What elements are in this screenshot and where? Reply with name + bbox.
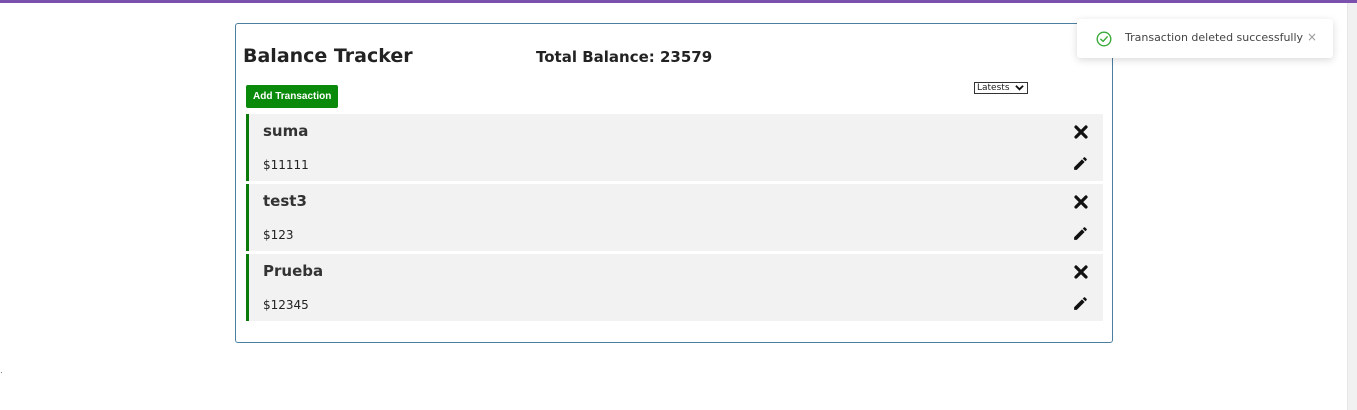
transaction-name: Prueba <box>263 262 324 280</box>
transaction-amount: $123 <box>263 228 294 242</box>
check-circle-icon <box>1096 31 1112 47</box>
toast-message: Transaction deleted successfully <box>1125 31 1304 44</box>
close-icon[interactable]: × <box>1307 30 1317 44</box>
list-item: test3 $123 <box>246 184 1103 251</box>
edit-icon[interactable] <box>1072 225 1089 242</box>
transaction-amount: $12345 <box>263 298 309 312</box>
sort-select-value: Latests <box>977 83 1010 93</box>
list-item: Prueba $12345 <box>246 254 1103 321</box>
transaction-name: suma <box>263 122 309 140</box>
delete-icon[interactable] <box>1074 124 1088 139</box>
balance-tracker-panel: Balance Tracker Total Balance: 23579 Add… <box>235 23 1113 343</box>
stray-mark <box>1 372 2 373</box>
transaction-name: test3 <box>263 192 307 210</box>
chevron-down-icon <box>1015 83 1024 95</box>
edit-icon[interactable] <box>1072 295 1089 312</box>
transaction-list: suma $11111 test3 $123 Prueba $12345 <box>246 114 1103 324</box>
sort-select[interactable]: Latests <box>974 82 1028 94</box>
list-item: suma $11111 <box>246 114 1103 181</box>
delete-icon[interactable] <box>1074 194 1088 209</box>
add-transaction-button[interactable]: Add Transaction <box>246 85 339 108</box>
toast-notification: Transaction deleted successfully × <box>1077 19 1333 58</box>
transaction-amount: $11111 <box>263 158 309 172</box>
scrollbar[interactable] <box>1347 3 1357 410</box>
top-accent-bar <box>0 0 1357 3</box>
total-balance: Total Balance: 23579 <box>536 48 713 66</box>
delete-icon[interactable] <box>1074 264 1088 279</box>
page-title: Balance Tracker <box>243 45 413 67</box>
edit-icon[interactable] <box>1072 155 1089 172</box>
